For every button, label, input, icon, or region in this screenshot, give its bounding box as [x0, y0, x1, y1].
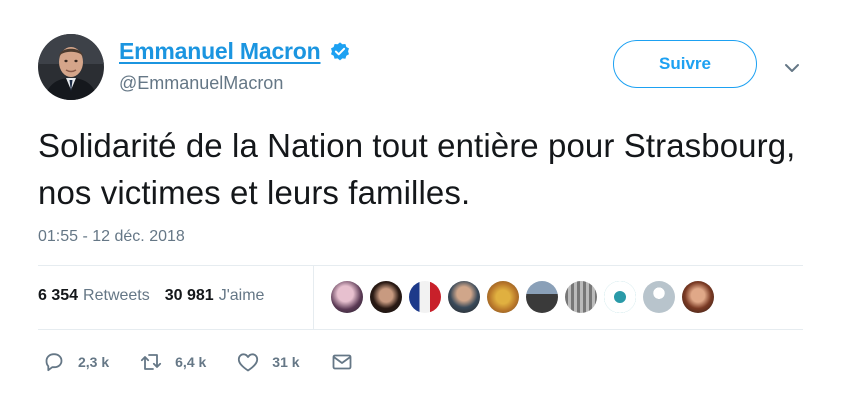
chevron-down-icon[interactable] [782, 58, 802, 78]
liker-avatars [331, 281, 721, 313]
tweet-card: Emmanuel Macron @EmmanuelMacron Suivre S… [0, 0, 842, 406]
like-count: 31 k [272, 354, 300, 370]
liker-avatar[interactable] [682, 281, 714, 313]
tweet-text: Solidarité de la Nation tout entière pou… [38, 127, 796, 211]
liker-avatar[interactable] [370, 281, 402, 313]
retweet-button[interactable]: 6,4 k [139, 350, 206, 374]
reply-icon [45, 353, 63, 372]
author-handle[interactable]: @EmmanuelMacron [119, 73, 283, 94]
author-display-name[interactable]: Emmanuel Macron [119, 38, 321, 65]
reply-count: 2,3 k [78, 354, 110, 370]
liker-avatar[interactable] [448, 281, 480, 313]
retweets-stat[interactable]: 6 354 Retweets [38, 287, 150, 305]
liker-avatar[interactable] [565, 281, 597, 313]
engagement-stats: 6 354 Retweets 30 981 J'aime [38, 287, 279, 305]
direct-message-button[interactable] [330, 350, 354, 374]
like-button[interactable]: 31 k [236, 350, 300, 374]
direct-message-icon [332, 354, 351, 370]
retweets-label: Retweets [83, 287, 150, 304]
liker-avatar[interactable] [409, 281, 441, 313]
liker-avatar[interactable] [643, 281, 675, 313]
tweet-timestamp[interactable]: 01:55 - 12 déc. 2018 [38, 228, 185, 246]
likes-label: J'aime [218, 287, 265, 304]
reply-button[interactable]: 2,3 k [42, 350, 109, 374]
retweet-count: 6,4 k [175, 354, 207, 370]
liker-avatar[interactable] [331, 281, 363, 313]
retweets-count: 6 354 [38, 287, 79, 304]
likes-count: 30 981 [164, 287, 214, 304]
divider [38, 329, 803, 330]
like-icon [238, 353, 259, 372]
likes-stat[interactable]: 30 981 J'aime [165, 287, 265, 305]
verified-badge-icon [330, 41, 349, 60]
liker-avatar[interactable] [487, 281, 519, 313]
stats-divider [313, 266, 314, 329]
author-avatar[interactable] [38, 34, 104, 100]
follow-button[interactable]: Suivre [613, 40, 757, 88]
divider [38, 265, 803, 266]
retweet-icon [141, 354, 162, 370]
tweet-actions: 2,3 k 6,4 k 31 k [42, 350, 384, 374]
author-name-row: Emmanuel Macron [119, 38, 351, 65]
liker-avatar[interactable] [526, 281, 558, 313]
liker-avatar[interactable] [604, 281, 636, 313]
